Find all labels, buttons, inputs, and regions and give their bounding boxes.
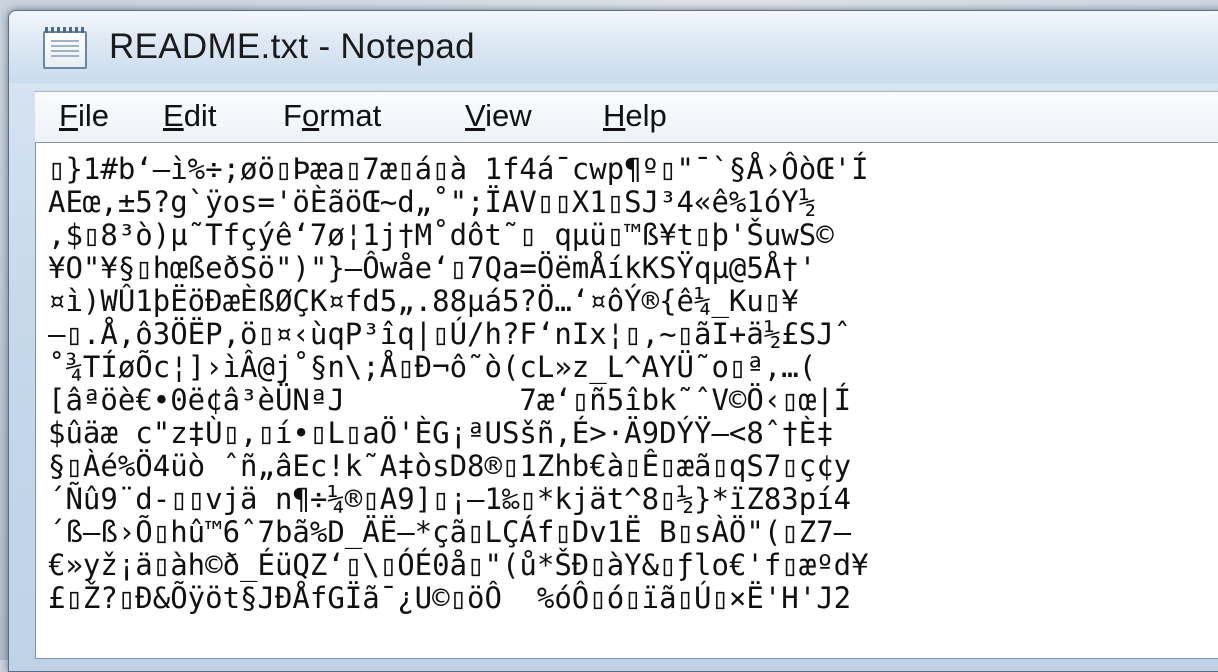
text-line: ,$▯8³ò)µ˜Tfçýê‘7ø¦1j†M˚dôt˜▯ qµü▯™ß¥t▯þ'…	[48, 218, 834, 252]
menu-help-accel: H	[603, 98, 626, 133]
menu-file[interactable]: File	[59, 98, 109, 134]
text-line: ´ß–ß›Õ▯hû™6ˆ7bã%D_ÄË–*çã▯LÇÁf▯Dv1Ë B▯sÀÖ…	[48, 515, 852, 549]
menu-format[interactable]: Format	[283, 98, 381, 134]
text-line: $ûäæ c"z‡Ù▯,▯í•▯L▯aÖ'ÈG¡ªUSšñ,É>·Ä9DÝŸ–<…	[48, 416, 834, 450]
menu-edit-accel: E	[163, 98, 184, 133]
menu-bar: File Edit Format View Help	[35, 91, 1218, 142]
menu-view-accel: V	[465, 98, 486, 133]
menu-help[interactable]: Help	[603, 98, 667, 134]
menu-view-rest: iew	[485, 98, 532, 133]
window-title: README.txt - Notepad	[109, 27, 475, 66]
menu-edit[interactable]: Edit	[163, 98, 216, 134]
notepad-window: README.txt - Notepad File Edit Format Vi…	[8, 10, 1218, 672]
menu-file-accel: F	[59, 98, 78, 133]
text-line: €»yž¡ä▯àh©ð_ÉüQZ‘▯\▯ÓÉ0å▯"(ů*ŠÐ▯àY&▯ƒlo€…	[48, 548, 869, 582]
text-line: ▯}1#b‘–ì%÷;øö▯Þæa▯7æ▯á▯à 1f4á¯cwp¶º▯"¯`§…	[48, 152, 869, 186]
text-line: [âªöè€•0ë¢â³èÜNªJ 7æ‘▯ñ5îbk˜ˆV©Ö‹▯œ|Í	[48, 383, 852, 417]
menu-edit-rest: dit	[183, 98, 217, 133]
menu-format-accel: o	[301, 98, 320, 133]
text-editor-area[interactable]: ▯}1#b‘–ì%÷;øö▯Þæa▯7æ▯á▯à 1f4á¯cwp¶º▯"¯`§…	[35, 142, 1218, 659]
text-line: –▯.Å,ô3ÖËP,ö▯¤‹ùqP³îq|▯Ú/h?F‘nIx¦▯,~▯ãI+…	[48, 317, 852, 351]
text-line: ˚¾TÍøÕc¦]›ìÂ@j˚§n\;Å▯Ð¬ô˜ò(cL»z_L^AYÜ˜o▯…	[48, 350, 817, 384]
text-line: ´Ñû9¨d-▯▯vjä n¶÷¼®▯A9]▯¡–1‰▯*kjät^8▯½}*ï…	[48, 482, 852, 516]
text-line: §▯Àé%Ö4üò ˆñ„âEc!k˜A‡òsD8®▯1Zhb€à▯Ê▯æã▯q…	[48, 449, 852, 483]
title-bar[interactable]: README.txt - Notepad	[9, 11, 1218, 83]
text-line: £▯Ž?▯Ð&Õÿöt§JÐÅfGÏã¯¿U©▯öÔ %óÔ▯ó▯ïã▯Ú▯×Ë…	[48, 581, 852, 615]
menu-file-rest: ile	[77, 98, 109, 133]
text-line: ¥O"¥§▯hœßeðSö")"}–Ôwåe‘▯7Qa=ÖëmÅíkKSŸqµ@…	[48, 251, 817, 285]
text-line: AEœ,±5?g`ÿos='öÈãöŒ~d„˚";ÏAV▯▯X1▯SJ³4«ê%…	[48, 185, 817, 219]
text-line: ¤ì)WÛ1þËöÐæÈßØÇK¤fd5„.88µá5?Ö…‘¤ôÝ®{ê¼_K…	[48, 284, 799, 318]
menu-help-rest: elp	[625, 98, 667, 133]
menu-view[interactable]: View	[465, 98, 532, 134]
menu-format-rest: rmat	[319, 98, 382, 133]
menu-format-pre: F	[283, 98, 302, 133]
notepad-icon	[43, 27, 87, 69]
